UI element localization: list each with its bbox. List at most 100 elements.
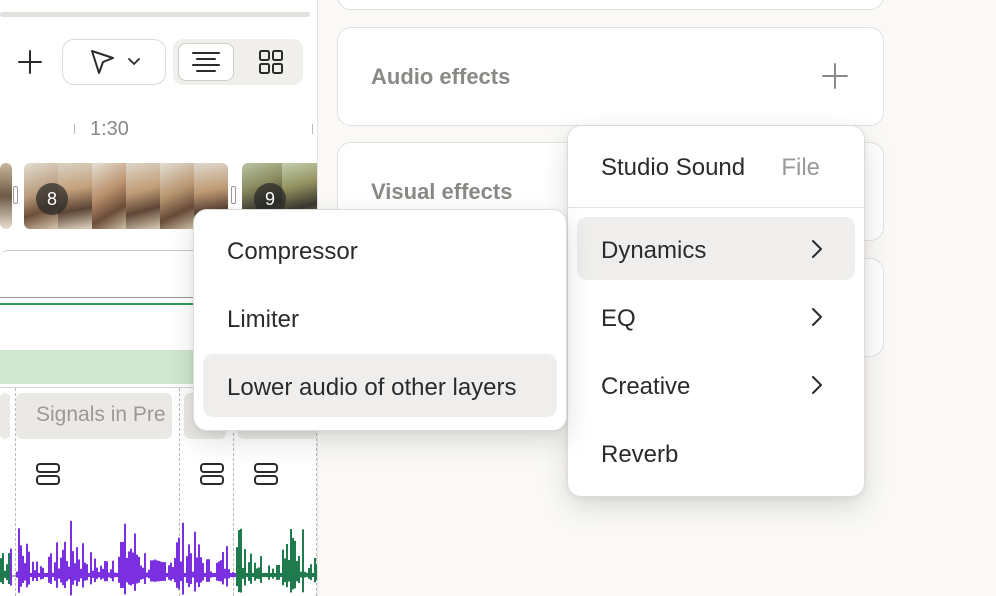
- list-view-icon: [192, 52, 220, 72]
- menu-item-label: Lower audio of other layers: [227, 374, 517, 401]
- waveform-bar: [258, 567, 260, 579]
- waveform-bar: [188, 544, 190, 588]
- waveform-bar: [142, 567, 144, 579]
- ruler-tick: [312, 124, 313, 134]
- waveform-bar: [84, 562, 86, 581]
- waveform-bar: [278, 564, 280, 580]
- waveform-bar: [68, 566, 70, 580]
- grid-view-icon: [259, 50, 283, 74]
- waveform-bar: [294, 540, 296, 589]
- waveform-bar: [174, 558, 176, 583]
- waveform-bar: [90, 552, 92, 585]
- waveform-bar: [210, 571, 212, 578]
- waveform-bar: [86, 564, 88, 581]
- menu-item-creative[interactable]: Creative: [577, 353, 855, 416]
- waveform-bar: [130, 548, 132, 586]
- waveform-bar: [48, 556, 50, 583]
- menu-item-reverb[interactable]: Reverb: [577, 421, 855, 484]
- waveform-bar: [10, 548, 12, 586]
- clip-chip[interactable]: Signals in Pre: [16, 393, 172, 439]
- waveform-bar: [170, 562, 172, 581]
- waveform-bar: [110, 569, 112, 579]
- waveform-bar: [186, 556, 188, 583]
- menu-header[interactable]: Studio Sound File: [568, 126, 864, 208]
- audio-effects-card: Audio effects: [337, 27, 884, 126]
- grid-view-button[interactable]: [243, 43, 299, 81]
- waveform-bar: [46, 573, 48, 578]
- waveform-bar: [176, 542, 178, 588]
- waveform-bar: [240, 528, 242, 593]
- waveform-bar: [78, 559, 80, 582]
- layers-icon[interactable]: [253, 461, 279, 487]
- waveform-bar: [316, 564, 317, 581]
- waveform-bar: [226, 546, 228, 587]
- waveform-bar: [172, 567, 174, 580]
- chevron-down-icon: [128, 58, 140, 66]
- horizontal-scrollbar[interactable]: [0, 12, 310, 17]
- waveform-bar: [140, 565, 142, 580]
- audio-waveform[interactable]: [0, 510, 318, 596]
- waveform-bar: [214, 573, 216, 578]
- effect-card: [337, 0, 884, 10]
- file-label[interactable]: File: [781, 154, 820, 182]
- waveform-bar: [82, 543, 84, 588]
- waveform-bar: [250, 553, 252, 584]
- menu-item-dynamics[interactable]: Dynamics: [577, 217, 855, 280]
- waveform-bar: [284, 558, 286, 583]
- waveform-bar: [190, 553, 192, 584]
- waveform-bar: [136, 554, 138, 584]
- add-button[interactable]: [12, 44, 48, 80]
- waveform-bar: [52, 572, 54, 578]
- waveform-bar: [298, 555, 300, 584]
- waveform-bar: [74, 563, 76, 581]
- waveform-bar: [166, 573, 168, 578]
- plus-icon[interactable]: [821, 62, 849, 90]
- chevron-right-icon: [812, 308, 822, 326]
- menu-item-compressor[interactable]: Compressor: [203, 218, 557, 281]
- waveform-bar: [120, 541, 122, 588]
- waveform-bar: [94, 558, 96, 583]
- menu-item-eq[interactable]: EQ: [577, 285, 855, 348]
- pointer-tool-dropdown[interactable]: [62, 39, 166, 85]
- waveform-bar: [80, 568, 82, 579]
- waveform-bar: [300, 571, 302, 578]
- waveform-bar: [34, 570, 36, 579]
- waveform-bar: [108, 572, 110, 578]
- waveform-bar: [264, 572, 266, 578]
- clip-chip[interactable]: [0, 393, 10, 439]
- waveform-bar: [102, 568, 104, 579]
- waveform-bar: [306, 572, 308, 578]
- waveform-bar: [20, 545, 22, 587]
- waveform-bar: [242, 567, 244, 579]
- menu-item-limiter[interactable]: Limiter: [203, 286, 557, 349]
- waveform-bar: [50, 553, 52, 584]
- ruler-time-label: 1:30: [90, 118, 129, 140]
- trim-handle[interactable]: [231, 186, 236, 204]
- layers-icon[interactable]: [35, 461, 61, 487]
- waveform-bar: [246, 573, 248, 578]
- menu-item-lower-audio-of-other-layers[interactable]: Lower audio of other layers: [203, 354, 557, 417]
- list-view-button[interactable]: [178, 43, 234, 81]
- waveform-bar: [288, 560, 290, 582]
- waveform-bar: [230, 573, 232, 578]
- waveform-bar: [150, 560, 152, 582]
- waveform-bar: [152, 560, 154, 582]
- waveform-bar: [54, 562, 56, 581]
- trim-handle[interactable]: [13, 186, 18, 204]
- layers-icon[interactable]: [199, 461, 225, 487]
- waveform-bar: [16, 571, 18, 578]
- scene-thumbnail-strip[interactable]: [0, 163, 12, 229]
- waveform-bar: [36, 561, 38, 582]
- waveform-bar: [280, 573, 282, 578]
- waveform-bar: [4, 570, 6, 578]
- waveform-bar: [128, 551, 130, 585]
- waveform-bar: [256, 568, 258, 579]
- waveform-bar: [42, 567, 44, 579]
- waveform-bar: [224, 568, 226, 579]
- plus-icon: [18, 50, 42, 74]
- studio-sound-label[interactable]: Studio Sound: [601, 154, 745, 182]
- waveform-bar: [200, 557, 202, 583]
- waveform-bar: [124, 523, 126, 595]
- waveform-bar: [24, 563, 26, 581]
- waveform-bar: [204, 572, 206, 578]
